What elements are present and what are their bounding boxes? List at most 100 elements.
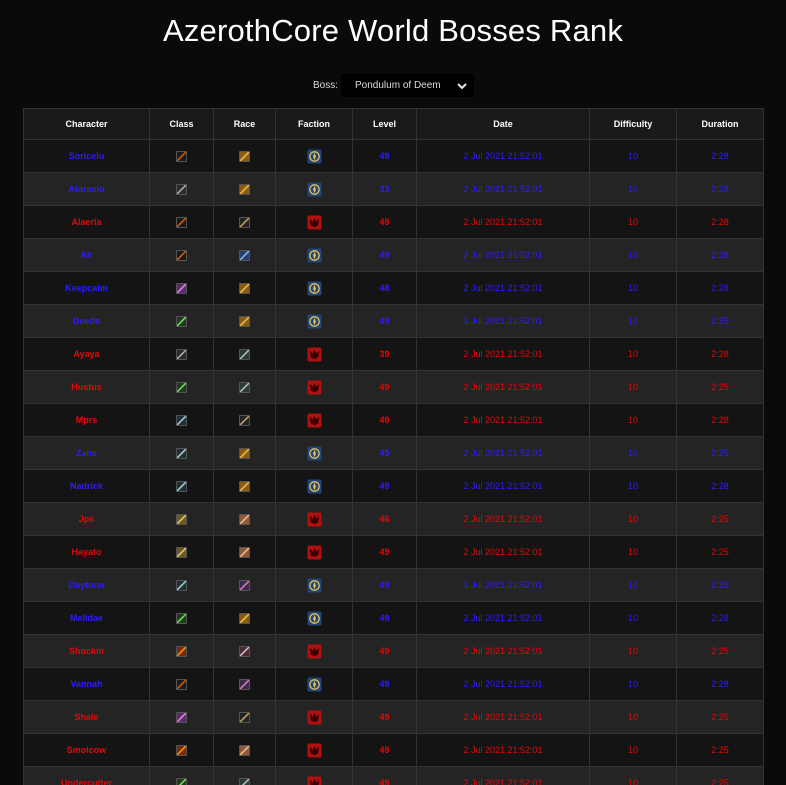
column-header-class[interactable]: Class [149, 108, 214, 140]
table-row[interactable]: Jps 46 2 Jul 2021 21:52:01 10 2:25 [23, 502, 764, 536]
alliance-emblem-icon [306, 676, 322, 692]
difficulty-value: 10 [589, 139, 677, 173]
table-row[interactable]: Melidae 49 2 Jul 2021 21:52:01 10 2:28 [23, 601, 764, 635]
boss-select[interactable]: Pondulum of Deem [341, 74, 475, 97]
level-value: 49 [352, 469, 417, 503]
faction-cell [275, 667, 353, 701]
class-cell [149, 238, 214, 272]
race-cell [213, 238, 276, 272]
table-row[interactable]: Nadrick 49 2 Jul 2021 21:52:01 10 2:28 [23, 469, 764, 503]
class-icon-priest [176, 546, 187, 558]
level-value: 49 [352, 568, 417, 602]
difficulty-value: 10 [589, 601, 677, 635]
race-icon-orc [239, 348, 250, 360]
class-cell [149, 502, 214, 536]
date-value: 2 Jul 2021 21:52:01 [416, 634, 590, 668]
race-cell [213, 634, 276, 668]
table-row[interactable]: Mprs 49 2 Jul 2021 21:52:01 10 2:28 [23, 403, 764, 437]
faction-cell [275, 733, 353, 767]
class-cell [149, 370, 214, 404]
alliance-emblem-icon [306, 445, 322, 461]
class-icon-priest [176, 513, 187, 525]
column-header-character[interactable]: Character [23, 108, 150, 140]
difficulty-value: 10 [589, 370, 677, 404]
table-row[interactable]: Daytona 49 2 Jul 2021 21:52:01 10 2:28 [23, 568, 764, 602]
faction-cell [275, 337, 353, 371]
character-name: Melidae [23, 601, 150, 635]
table-row[interactable]: Zane 45 2 Jul 2021 21:52:01 10 2:25 [23, 436, 764, 470]
column-header-faction[interactable]: Faction [275, 108, 353, 140]
duration-value: 2:28 [676, 172, 764, 206]
race-icon-human [239, 447, 250, 459]
difficulty-value: 10 [589, 535, 677, 569]
table-row[interactable]: Hayato 49 2 Jul 2021 21:52:01 10 2:25 [23, 535, 764, 569]
faction-cell [275, 304, 353, 338]
horde-emblem-icon [306, 544, 322, 560]
race-cell [213, 139, 276, 173]
duration-value: 2:28 [676, 568, 764, 602]
table-row[interactable]: Shale 49 2 Jul 2021 21:52:01 10 2:25 [23, 700, 764, 734]
date-value: 2 Jul 2021 21:52:01 [416, 205, 590, 239]
horde-emblem-icon [306, 346, 322, 362]
boss-select-value: Pondulum of Deem [355, 80, 441, 91]
difficulty-value: 10 [589, 766, 677, 785]
race-icon-undead [239, 711, 250, 723]
faction-cell [275, 139, 353, 173]
class-icon-paladin [176, 612, 187, 624]
alliance-emblem-icon [306, 280, 322, 296]
race-cell [213, 370, 276, 404]
class-icon-paladin [176, 381, 187, 393]
table-row[interactable]: Vannah 49 2 Jul 2021 21:52:01 10 2:28 [23, 667, 764, 701]
column-header-date[interactable]: Date [416, 108, 590, 140]
character-name: Deeds [23, 304, 150, 338]
difficulty-value: 10 [589, 667, 677, 701]
race-icon-undead [239, 216, 250, 228]
table-row[interactable]: Hustus 49 2 Jul 2021 21:52:01 10 2:25 [23, 370, 764, 404]
horde-emblem-icon [306, 379, 322, 395]
column-header-level[interactable]: Level [352, 108, 417, 140]
race-cell [213, 304, 276, 338]
race-icon-human [239, 480, 250, 492]
alliance-emblem-icon [306, 610, 322, 626]
race-cell [213, 337, 276, 371]
character-name: Ayaya [23, 337, 150, 371]
difficulty-value: 10 [589, 436, 677, 470]
faction-cell [275, 700, 353, 734]
difficulty-value: 10 [589, 172, 677, 206]
race-cell [213, 535, 276, 569]
table-row[interactable]: Undercutter 49 2 Jul 2021 21:52:01 10 2:25 [23, 766, 764, 785]
table-row[interactable]: Keepcalm 48 2 Jul 2021 21:52:01 10 2:28 [23, 271, 764, 305]
character-name: Hustus [23, 370, 150, 404]
faction-cell [275, 766, 353, 785]
race-cell [213, 271, 276, 305]
table-row[interactable]: Smolcow 49 2 Jul 2021 21:52:01 10 2:25 [23, 733, 764, 767]
level-value: 39 [352, 337, 417, 371]
difficulty-value: 10 [589, 568, 677, 602]
table-row[interactable]: Alaeria 49 2 Jul 2021 21:52:01 10 2:28 [23, 205, 764, 239]
table-row[interactable]: Shockin 49 2 Jul 2021 21:52:01 10 2:25 [23, 634, 764, 668]
table-row[interactable]: Ah 49 2 Jul 2021 21:52:01 10 2:28 [23, 238, 764, 272]
class-cell [149, 634, 214, 668]
race-cell [213, 766, 276, 785]
boss-filter: Boss: Pondulum of Deem [313, 74, 475, 97]
level-value: 49 [352, 403, 417, 437]
table-row[interactable]: Atarasio 33 2 Jul 2021 21:52:01 10 2:28 [23, 172, 764, 206]
table-row[interactable]: Ayaya 39 2 Jul 2021 21:52:01 10 2:28 [23, 337, 764, 371]
character-name: Nadrick [23, 469, 150, 503]
table-row[interactable]: Soricelu 49 2 Jul 2021 21:52:01 10 2:28 [23, 139, 764, 173]
column-header-difficulty[interactable]: Difficulty [589, 108, 677, 140]
column-header-duration[interactable]: Duration [676, 108, 764, 140]
table-row[interactable]: Deeds 49 2 Jul 2021 21:52:01 10 2:25 [23, 304, 764, 338]
character-name: Jps [23, 502, 150, 536]
column-header-race[interactable]: Race [213, 108, 276, 140]
level-value: 49 [352, 535, 417, 569]
race-cell [213, 667, 276, 701]
difficulty-value: 10 [589, 238, 677, 272]
level-value: 49 [352, 700, 417, 734]
class-icon-warrior [176, 216, 187, 228]
duration-value: 2:25 [676, 766, 764, 785]
race-cell [213, 733, 276, 767]
race-icon-orc [239, 381, 250, 393]
class-icon-hunter [176, 183, 187, 195]
class-cell [149, 535, 214, 569]
